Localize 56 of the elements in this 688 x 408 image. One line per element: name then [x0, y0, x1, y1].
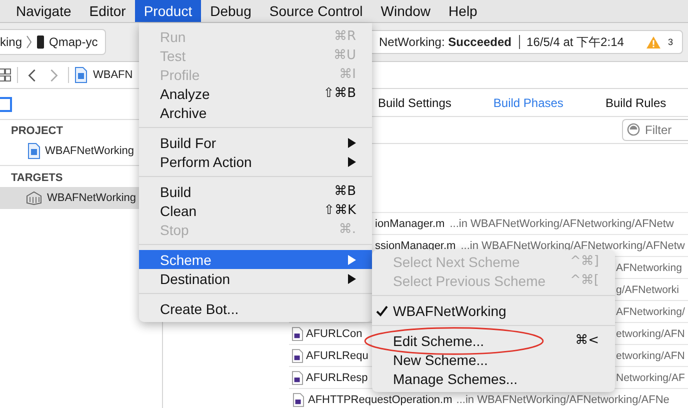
- editor-tab[interactable]: Build Phases: [493, 96, 564, 110]
- build-status: NetWorking: Succeeded: [379, 35, 512, 49]
- menu-item[interactable]: Edit Scheme... ⌘<: [372, 331, 615, 350]
- project-file-icon: [28, 143, 40, 159]
- file-path: AFNetworking: [616, 262, 682, 274]
- menu-item[interactable]: Create Bot...: [139, 299, 372, 318]
- project-file-icon: [75, 67, 87, 83]
- file-path: g/AFNetworki: [616, 284, 680, 296]
- menu-item[interactable]: New Scheme...: [372, 350, 615, 369]
- menu-bar-item[interactable]: Navigate: [0, 0, 80, 22]
- chevron-icon: [26, 35, 32, 49]
- warning-icon[interactable]: [646, 36, 661, 48]
- file-path: etworking/AFN: [616, 328, 685, 340]
- phone-icon: [36, 35, 46, 49]
- file-path: ...in WBAFNetWorking/AFNetworking/AFNe: [456, 394, 670, 406]
- menu-item[interactable]: Archive: [139, 103, 372, 122]
- source-file-icon: [292, 348, 303, 362]
- section-header: TARGETS: [10, 171, 64, 186]
- source-file-icon: [292, 370, 303, 384]
- file-name: AFURLCon: [306, 328, 362, 340]
- breadcrumb-item[interactable]: WBAFN: [93, 69, 133, 81]
- menu-item[interactable]: Analyze ⇧⌘B: [139, 84, 372, 103]
- menu-bar-item[interactable]: Help: [440, 0, 486, 22]
- section-header: PROJECT: [10, 124, 64, 139]
- menu-item[interactable]: Scheme: [139, 250, 372, 269]
- file-name: ssionManager.m: [375, 240, 456, 252]
- menu-bar-item[interactable]: Source Control: [260, 0, 372, 22]
- file-name: AFURLRequ: [306, 350, 368, 362]
- menu-item[interactable]: Manage Schemes...: [372, 369, 615, 388]
- grid-icon[interactable]: [0, 68, 11, 82]
- file-name: AFHTTPRequestOperation.m: [308, 394, 452, 406]
- editor-tab[interactable]: Build Rules: [605, 96, 666, 110]
- file-path: ...in WBAFNetWorking/AFNetworking/AFNetw: [450, 218, 674, 230]
- menu-item[interactable]: Destination: [139, 269, 372, 288]
- menu-bar-item[interactable]: Product: [134, 0, 202, 22]
- file-name: ionManager.m: [375, 218, 445, 230]
- building-icon: [26, 191, 42, 205]
- menu-bar-item[interactable]: Debug: [201, 0, 260, 22]
- file-path: etworking/AFN: [616, 350, 685, 362]
- file-name: AFURLResp: [306, 372, 368, 384]
- checkmark-icon: [376, 304, 388, 316]
- menu-item[interactable]: WBAFNetWorking: [372, 301, 615, 320]
- filter-icon: [627, 123, 640, 136]
- back-icon[interactable]: [28, 68, 36, 82]
- editor-tab[interactable]: Build Settings: [378, 96, 452, 110]
- file-path: AFNetworking/: [616, 306, 685, 318]
- menu-bar-item[interactable]: Editor: [80, 0, 135, 22]
- scheme-selector[interactable]: king Qmap-yc: [0, 29, 106, 55]
- menu-bar-item[interactable]: Window: [372, 0, 440, 22]
- source-file-icon: [292, 326, 303, 340]
- build-time: 16/5/4 at 下午2:14: [526, 34, 624, 50]
- warning-count: 3: [668, 37, 673, 47]
- file-path: ...in WBAFNetWorking/AFNetworking/AFNetw: [460, 240, 685, 252]
- forward-icon[interactable]: [50, 68, 58, 82]
- file-path: Networking/AF: [616, 372, 685, 384]
- filter-field[interactable]: Filter: [622, 119, 688, 142]
